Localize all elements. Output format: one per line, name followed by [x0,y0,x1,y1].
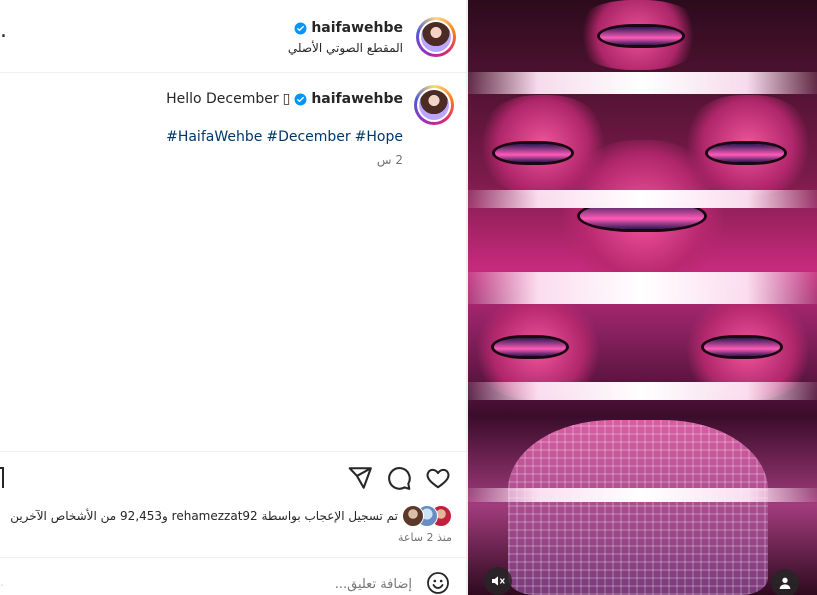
hashtag-link[interactable]: #Hope [355,129,403,145]
caption-hashtags: #HaifaWehbe #December #Hope [166,129,403,145]
post-comment-button[interactable]: . [0,575,4,589]
video-sunglasses [495,144,571,162]
video-sunglasses [704,338,780,356]
post-time[interactable]: منذ 2 ساعة [398,531,452,544]
hashtag-link[interactable]: #December [266,129,350,145]
liked-by-text[interactable]: تم تسجيل الإعجاب بواسطة rehamezzat92 و92… [10,509,398,523]
post-info-pane: . haifawehbe المقطع الصوتي الأصلي Hello … [0,0,468,595]
bookmark-icon [0,467,4,488]
comment-button[interactable] [386,465,412,491]
liker-avatars[interactable] [402,505,452,527]
video-light-band [468,382,817,400]
caption-avatar[interactable] [414,85,454,125]
header-avatar[interactable] [416,17,456,57]
verified-badge-icon [294,22,307,34]
heart-icon [426,468,450,489]
video-player[interactable] [468,0,817,595]
avatar [402,505,424,527]
video-light-band [468,190,817,208]
video-light-band [468,72,817,94]
caption-timestamp[interactable]: 2 س [377,153,403,167]
caption-verified-badge-icon [294,93,307,105]
header-username[interactable]: haifawehbe [311,20,403,36]
comment-icon [388,467,411,490]
liked-by-row: تم تسجيل الإعجاب بواسطة rehamezzat92 و92… [10,505,452,527]
video-light-band [468,272,817,304]
hashtag-link[interactable]: #HaifaWehbe [166,129,262,145]
send-icon [348,467,372,489]
user-tag-icon [779,577,791,589]
comment-divider [0,557,466,558]
header-divider [0,72,466,73]
save-button[interactable] [0,467,4,489]
caption-username[interactable]: haifawehbe [311,91,403,107]
video-sequin-dress [508,420,768,595]
like-button[interactable] [425,465,451,491]
caption-first-line: Hello December ▯ haifawehbe [166,91,403,107]
caption-emoji: ▯ [282,91,291,107]
more-options-button[interactable]: . [0,20,7,42]
audio-label[interactable]: المقطع الصوتي الأصلي [288,41,403,55]
video-light-band [468,488,817,502]
video-sunglasses [600,27,682,45]
share-button[interactable] [347,465,373,491]
video-sunglasses [708,144,784,162]
comment-input[interactable] [20,572,414,595]
emoji-button[interactable] [426,571,450,595]
actions-divider [0,451,466,452]
smiley-icon [427,572,449,594]
video-sunglasses [494,338,566,356]
mute-button[interactable] [484,567,512,595]
user-tags-button[interactable] [771,569,799,595]
header-username-row: haifawehbe [294,20,403,36]
caption-text: Hello December [166,91,279,107]
speaker-muted-icon [492,576,505,586]
